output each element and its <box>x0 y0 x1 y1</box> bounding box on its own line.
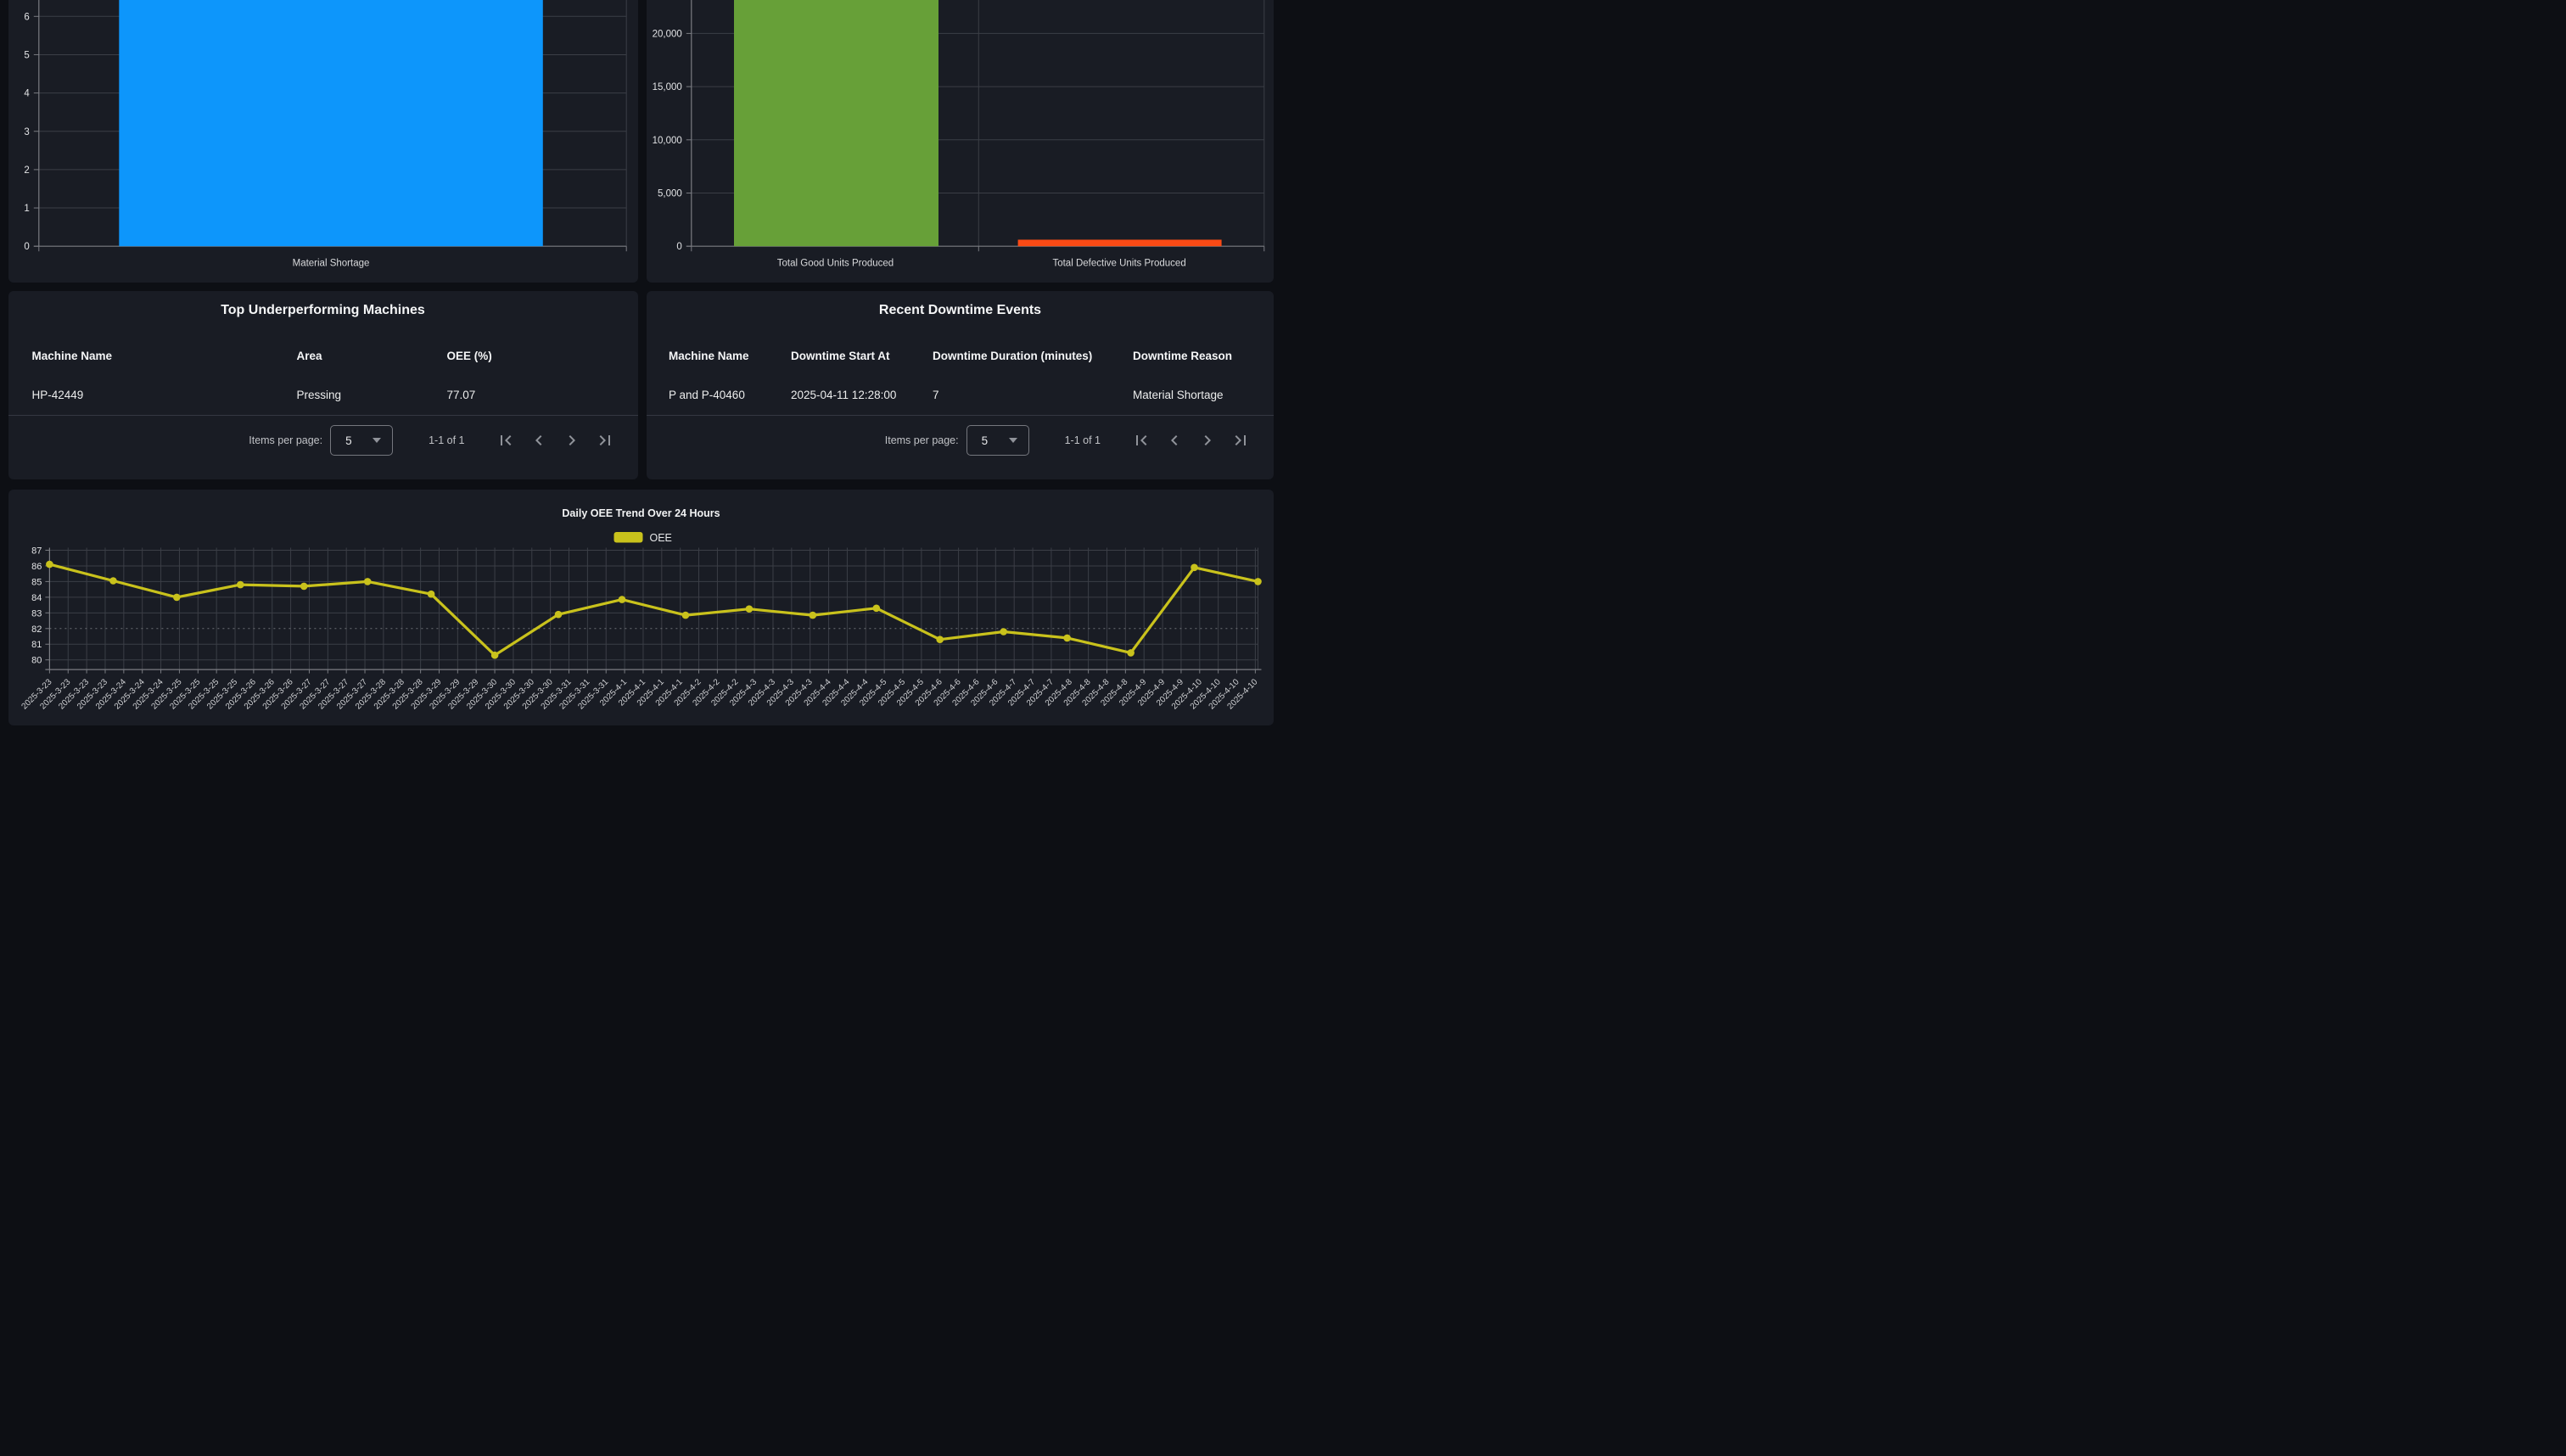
column-header-downtime-duration: Downtime Duration (minutes) <box>933 345 1092 367</box>
last-page-button[interactable] <box>595 430 615 451</box>
top-underperforming-machines-card: Top Underperforming Machines Machine Nam… <box>8 291 638 479</box>
previous-page-button[interactable] <box>1164 430 1185 451</box>
next-page-button[interactable] <box>562 430 582 451</box>
card-title: Top Underperforming Machines <box>8 298 638 323</box>
svg-text:Total Defective Units Produced: Total Defective Units Produced <box>1052 259 1185 269</box>
cell-downtime-reason: Material Shortage <box>1133 384 1224 406</box>
column-header-oee: OEE (%) <box>447 345 492 367</box>
chevron-left-icon <box>529 430 549 451</box>
svg-text:0: 0 <box>24 242 29 252</box>
daily-oee-trend-line-chart: Daily OEE Trend Over 24 Hours OEE 80 81 82 83… <box>8 490 1274 725</box>
last-page-icon <box>595 430 615 451</box>
svg-text:10,000: 10,000 <box>653 136 682 146</box>
svg-text:84: 84 <box>31 592 42 602</box>
svg-text:87: 87 <box>31 546 42 556</box>
svg-text:5,000: 5,000 <box>658 189 682 199</box>
chevron-right-icon <box>1197 430 1218 451</box>
svg-text:15,000: 15,000 <box>653 82 682 92</box>
downtime-paginator: Items per page: 5 1-1 of 1 <box>885 415 1251 466</box>
first-page-button[interactable] <box>496 430 516 451</box>
column-header-machine-name: Machine Name <box>32 345 113 367</box>
select-caret-icon <box>373 438 381 443</box>
svg-text:4: 4 <box>24 89 30 99</box>
svg-text:85: 85 <box>31 577 42 587</box>
material-shortage-bar-chart: 0 1 2 3 4 5 6 Material Shortage <box>8 0 638 283</box>
cell-area: Pressing <box>297 384 342 406</box>
page-size-select[interactable]: 5 <box>966 425 1029 456</box>
svg-text:Total Good Units Produced: Total Good Units Produced <box>777 259 894 269</box>
svg-text:86: 86 <box>31 561 42 571</box>
daily-oee-trend-card: Daily OEE Trend Over 24 Hours OEE 80 81 82 83… <box>8 490 1274 725</box>
svg-text:0: 0 <box>676 242 681 252</box>
recent-downtime-events-card: Recent Downtime Events Machine Name Down… <box>647 291 1274 479</box>
items-per-page-label: Items per page: <box>249 434 322 446</box>
svg-text:3: 3 <box>24 127 29 137</box>
next-page-button[interactable] <box>1197 430 1218 451</box>
cell-machine-name: HP-42449 <box>32 384 84 406</box>
column-header-area: Area <box>297 345 322 367</box>
chevron-right-icon <box>562 430 582 451</box>
column-header-downtime-start: Downtime Start At <box>791 345 890 367</box>
page-size-select[interactable]: 5 <box>330 425 393 456</box>
svg-text:2: 2 <box>24 165 29 176</box>
svg-text:5: 5 <box>24 50 29 60</box>
page-range-label: 1-1 of 1 <box>1065 434 1101 446</box>
last-page-button[interactable] <box>1230 430 1251 451</box>
cell-downtime-start: 2025-04-11 12:28:00 <box>791 384 896 406</box>
svg-text:Daily OEE Trend Over 24 Hours: Daily OEE Trend Over 24 Hours <box>562 507 720 519</box>
chevron-left-icon <box>1164 430 1185 451</box>
first-page-icon <box>496 430 516 451</box>
svg-text:82: 82 <box>31 624 42 634</box>
items-per-page-label: Items per page: <box>885 434 959 446</box>
previous-page-button[interactable] <box>529 430 549 451</box>
page-size-value: 5 <box>345 434 352 447</box>
card-title: Recent Downtime Events <box>647 298 1274 323</box>
svg-text:OEE: OEE <box>649 532 671 544</box>
cell-machine-name: P and P-40460 <box>669 384 745 406</box>
svg-text:20,000: 20,000 <box>653 29 682 39</box>
svg-text:Material Shortage: Material Shortage <box>292 259 369 269</box>
downtime-by-reason-chart-card: 0 1 2 3 4 5 6 Material Shortage <box>8 0 638 283</box>
production-units-bar-chart: 0 5,000 10,000 15,000 20,000 Total Good Units… <box>647 0 1274 283</box>
svg-text:6: 6 <box>24 12 29 22</box>
svg-text:81: 81 <box>31 640 42 650</box>
svg-text:83: 83 <box>31 608 42 619</box>
page-size-value: 5 <box>982 434 989 447</box>
cell-oee: 77.07 <box>447 384 476 406</box>
first-page-icon <box>1131 430 1151 451</box>
select-caret-icon <box>1009 438 1017 443</box>
production-units-chart-card: 0 5,000 10,000 15,000 20,000 Total Good Units… <box>647 0 1274 283</box>
last-page-icon <box>1230 430 1251 451</box>
column-header-machine-name: Machine Name <box>669 345 749 367</box>
first-page-button[interactable] <box>1131 430 1151 451</box>
cell-downtime-duration: 7 <box>933 384 939 406</box>
machines-paginator: Items per page: 5 1-1 of 1 <box>249 415 614 466</box>
column-header-downtime-reason: Downtime Reason <box>1133 345 1232 367</box>
svg-text:80: 80 <box>31 655 42 665</box>
page-range-label: 1-1 of 1 <box>429 434 464 446</box>
svg-text:1: 1 <box>24 204 29 214</box>
dashboard-page: 0 1 2 3 4 5 6 Material Shortage 0 5,000 10,000 15,… <box>0 0 1283 728</box>
